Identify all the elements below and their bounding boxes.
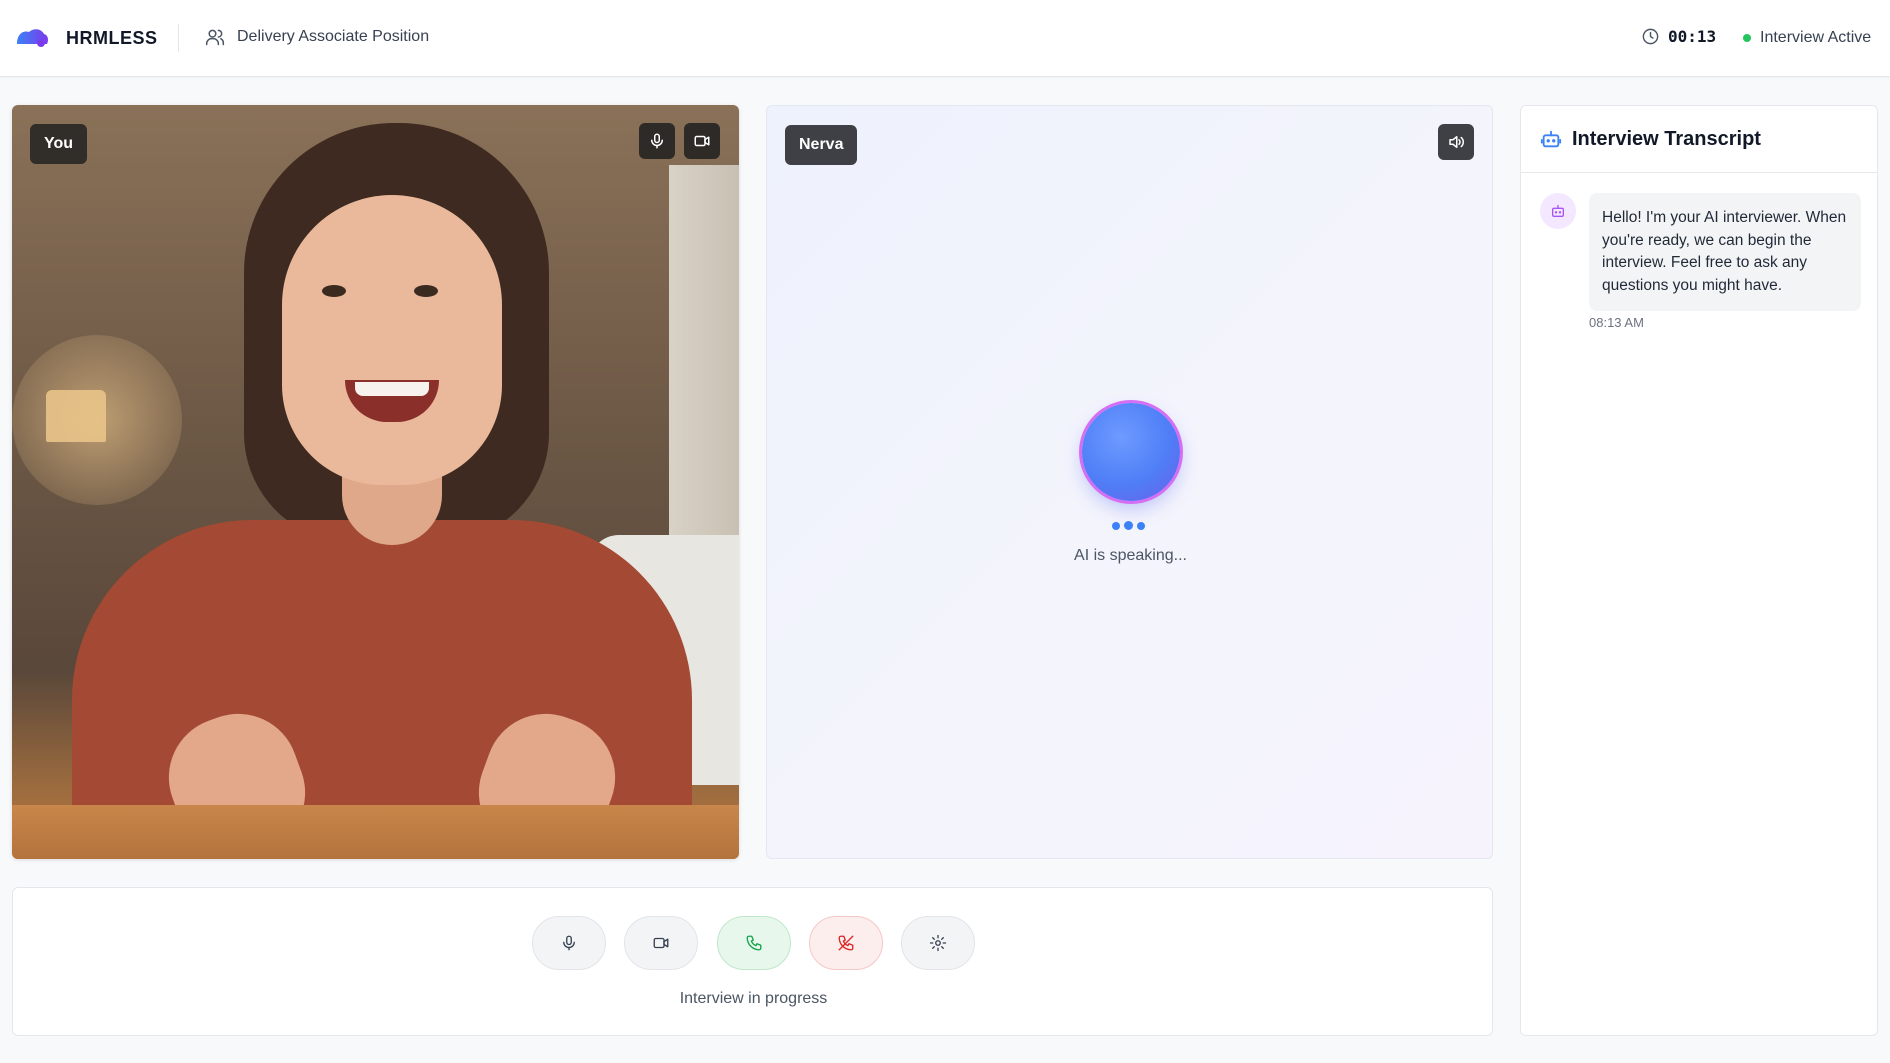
phone-icon — [746, 935, 762, 951]
microphone-icon — [651, 133, 663, 149]
microphone-icon — [563, 935, 575, 951]
ai-label: Nerva — [785, 125, 858, 165]
call-button[interactable] — [717, 916, 791, 970]
interview-status: Interview Active — [1743, 29, 1871, 47]
end-call-button[interactable] — [809, 916, 883, 970]
message-timestamp: 08:13 AM — [1589, 315, 1644, 330]
ai-status-text: AI is speaking... — [1074, 547, 1187, 564]
video-camera-icon — [653, 937, 669, 949]
clock-icon — [1642, 28, 1659, 45]
top-header: HRMLESS Delivery Associate Position 00:1… — [0, 0, 1890, 77]
user-camera-button[interactable] — [684, 123, 720, 159]
call-controls: Interview in progress — [12, 887, 1493, 1036]
user-mic-button[interactable] — [639, 123, 675, 159]
settings-button[interactable] — [901, 916, 975, 970]
indicator-dot — [1112, 522, 1120, 530]
mute-button[interactable] — [532, 916, 606, 970]
position-title: Delivery Associate Position — [237, 28, 430, 45]
timer-value: 00:13 — [1668, 27, 1717, 46]
call-status-text: Interview in progress — [679, 990, 828, 1007]
position-info: Delivery Associate Position — [205, 27, 429, 47]
header-divider — [178, 24, 179, 52]
status-label: Interview Active — [1760, 29, 1872, 46]
transcript-header: Interview Transcript — [1521, 106, 1877, 173]
bot-icon — [1540, 130, 1562, 148]
indicator-dot — [1137, 522, 1145, 530]
indicator-dot — [1124, 521, 1133, 530]
users-icon — [205, 29, 225, 46]
bot-icon — [1552, 205, 1564, 217]
settings-gear-icon — [929, 934, 947, 952]
ai-volume-button[interactable] — [1438, 124, 1474, 160]
brand[interactable]: HRMLESS — [15, 26, 158, 50]
ai-message-avatar — [1540, 193, 1576, 229]
transcript-panel: Interview Transcript Hello! I'm your AI … — [1520, 105, 1878, 1036]
camera-toggle-button[interactable] — [624, 916, 698, 970]
status-dot-icon — [1743, 34, 1751, 42]
ai-avatar-orb — [1082, 403, 1180, 501]
brand-logo-icon — [17, 29, 48, 47]
transcript-title: Interview Transcript — [1572, 127, 1761, 150]
speaking-indicator — [1112, 521, 1145, 530]
brand-name: HRMLESS — [66, 27, 158, 48]
speaker-icon — [1449, 136, 1464, 148]
video-camera-icon — [694, 135, 710, 147]
user-video-panel: You — [12, 105, 739, 859]
transcript-message: Hello! I'm your AI interviewer. When you… — [1589, 193, 1861, 311]
user-label: You — [30, 124, 88, 164]
interview-timer: 00:13 — [1641, 27, 1716, 46]
phone-off-icon — [838, 935, 854, 951]
ai-video-panel: Nerva AI is speaking... — [766, 105, 1493, 859]
